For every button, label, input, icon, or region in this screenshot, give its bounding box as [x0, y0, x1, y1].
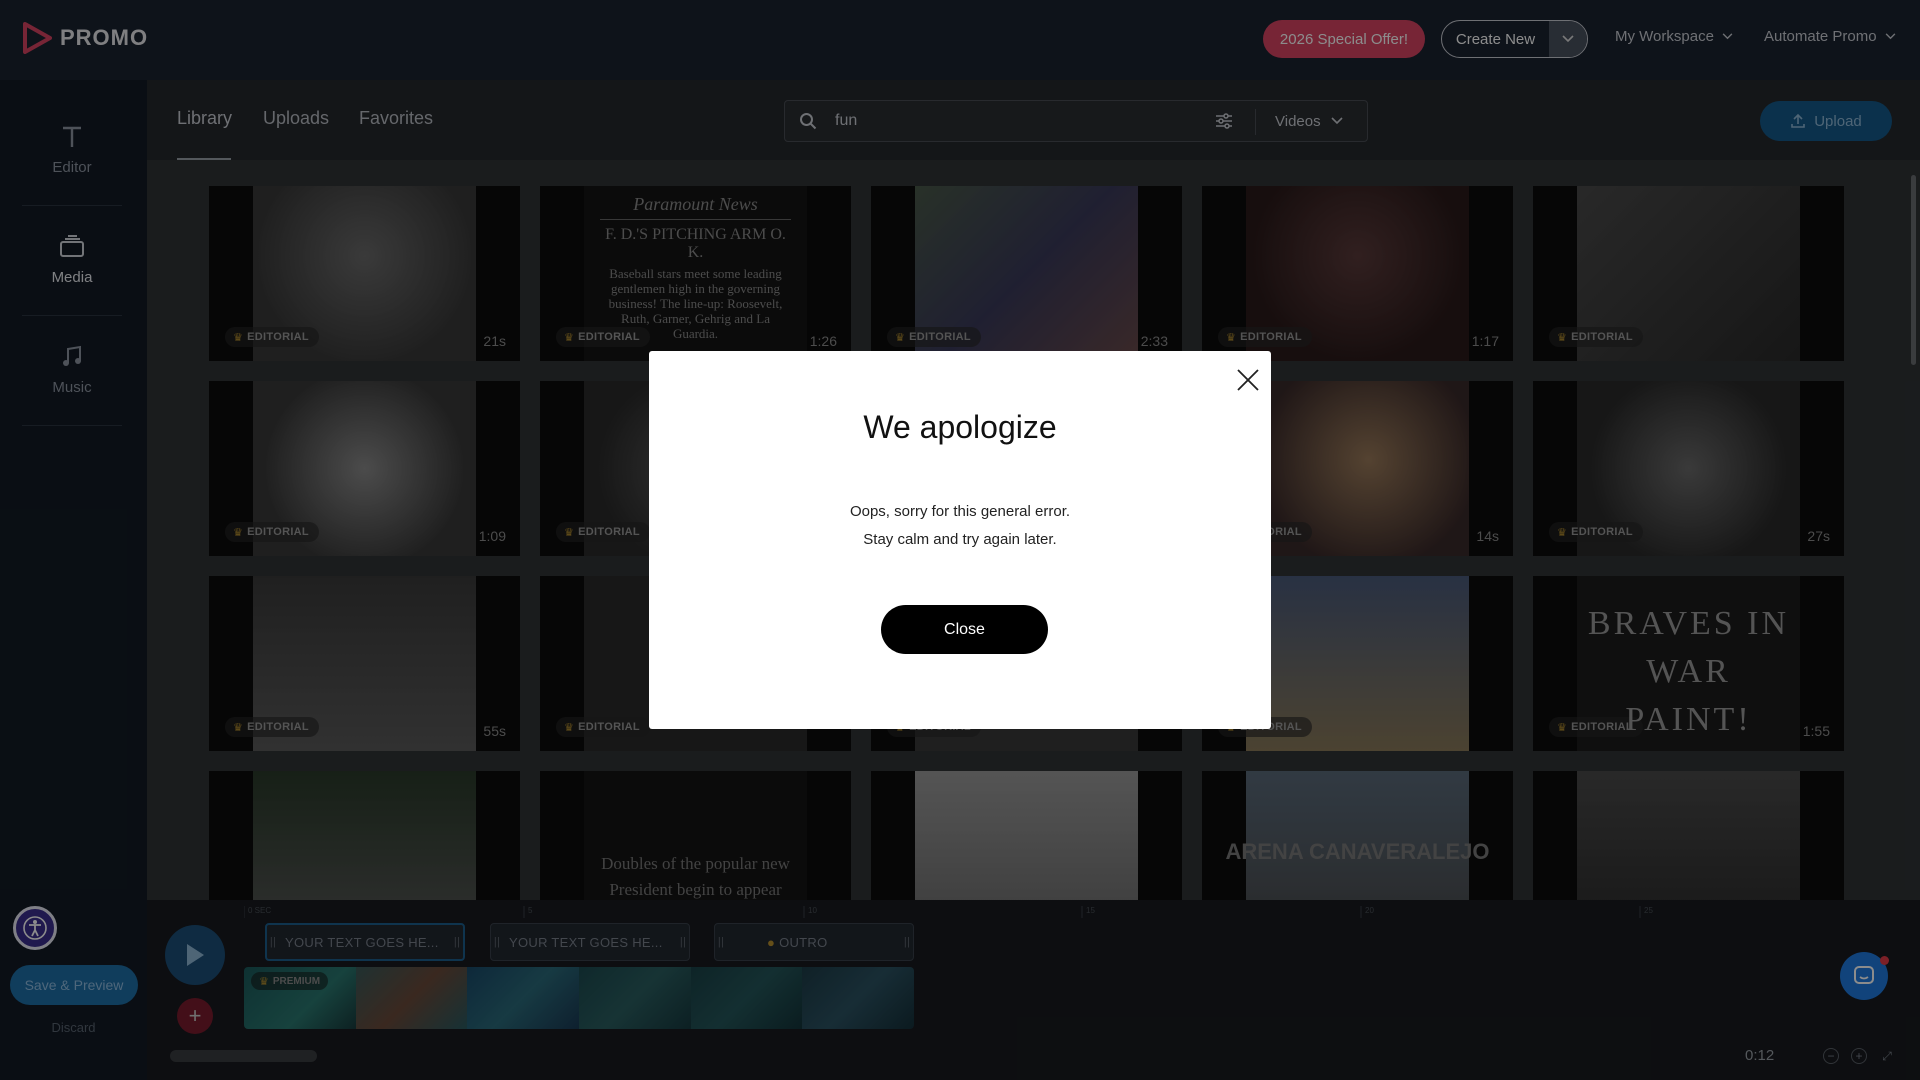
close-button[interactable]: Close: [881, 605, 1048, 654]
dialog-message-line2: Stay calm and try again later.: [863, 531, 1057, 548]
dialog-message-line1: Oops, sorry for this general error.: [849, 503, 1071, 520]
close-icon[interactable]: [1233, 365, 1263, 395]
dialog-title: We apologize: [863, 409, 1057, 445]
error-dialog: We apologize Oops, sorry for this genera…: [649, 351, 1271, 729]
